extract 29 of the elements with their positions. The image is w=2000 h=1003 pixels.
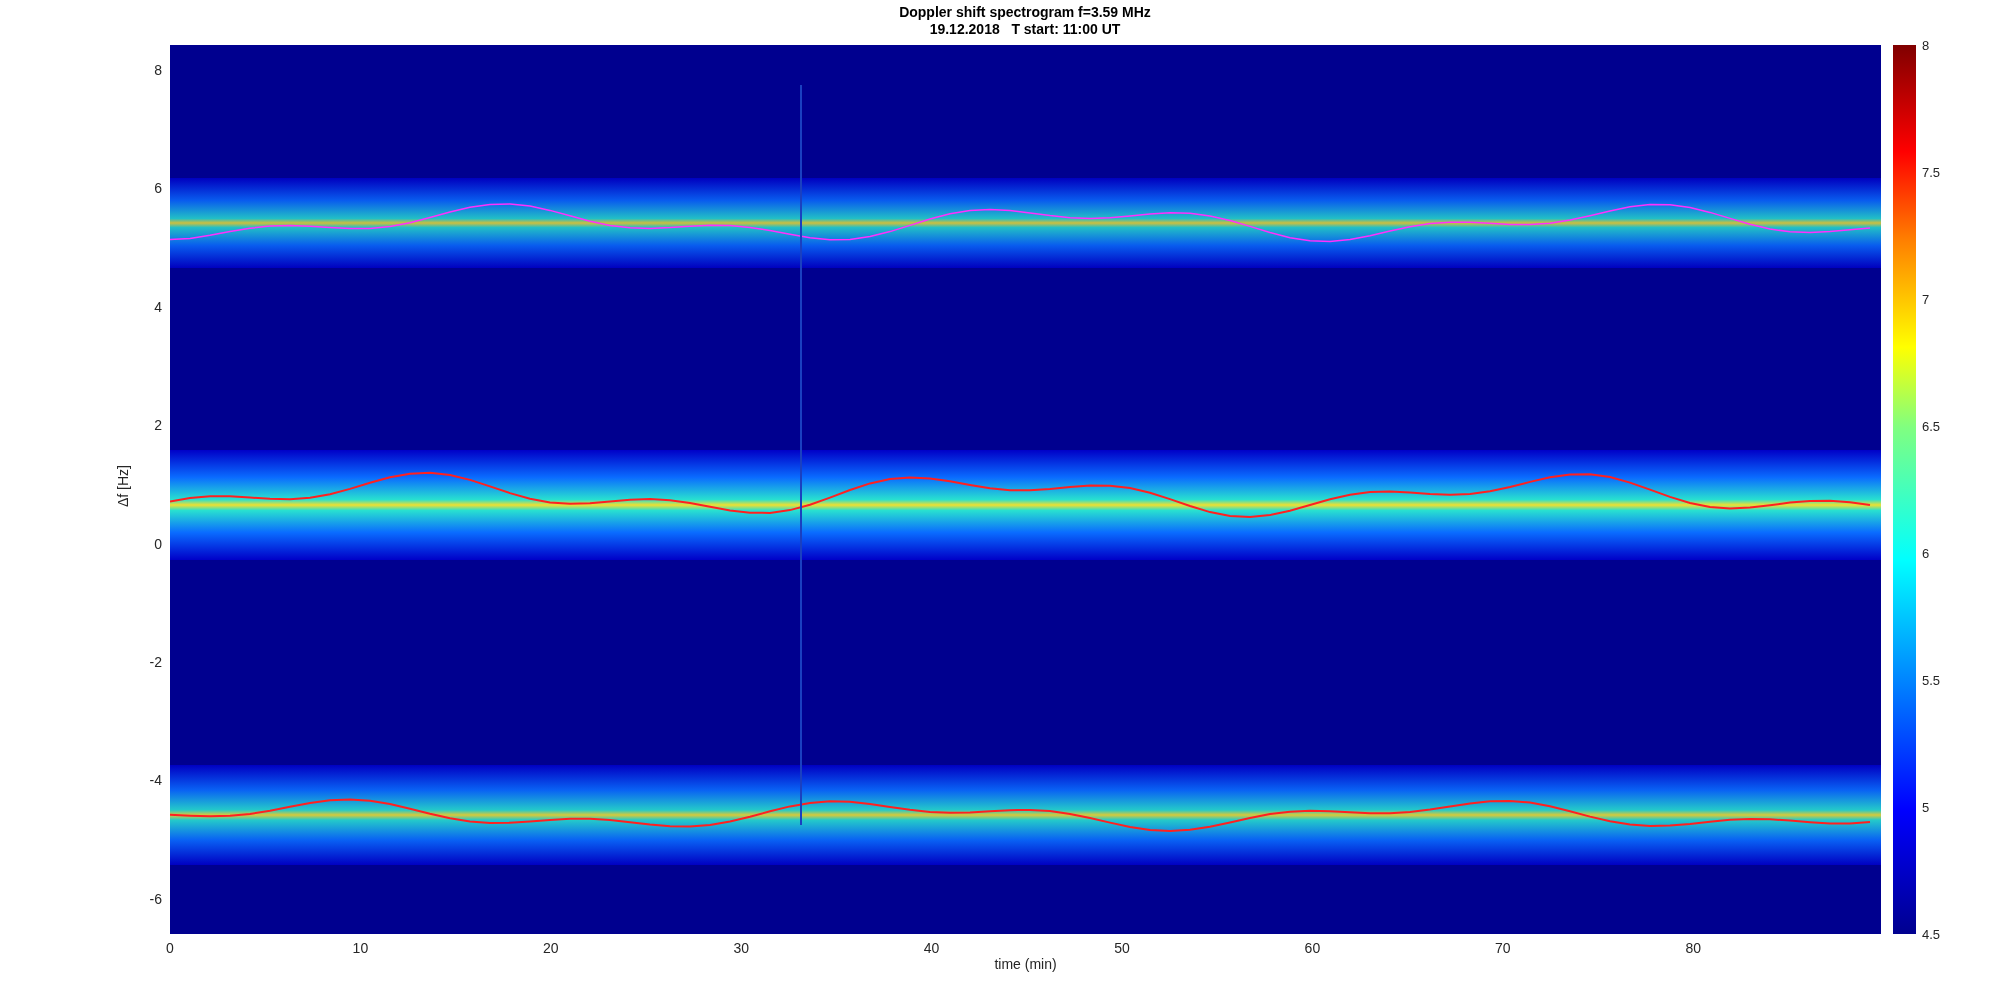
y-tick-label: -6 <box>149 890 162 907</box>
colorbar-tick-label: 5 <box>1922 799 1930 815</box>
y-tick-label: 4 <box>154 298 162 315</box>
y-tick-label: 0 <box>154 535 162 552</box>
y-tick-label: 2 <box>154 417 162 434</box>
chart-title: Doppler shift spectrogram f=3.59 MHz <box>899 4 1151 21</box>
x-tick-label: 30 <box>733 940 749 956</box>
y-tick-label: 8 <box>154 62 162 78</box>
colorbar-tick-label: 6 <box>1922 545 1930 561</box>
colorbar-tick-label: 4.5 <box>1922 926 1941 942</box>
colorbar-tick-label: 7.5 <box>1922 164 1941 180</box>
chart-title: 19.12.2018 T start: 11:00 UT <box>929 21 1121 38</box>
x-tick-label: 70 <box>1495 940 1511 956</box>
colorbar-tick-label: 5.5 <box>1922 672 1941 688</box>
x-tick-label: 10 <box>352 940 369 956</box>
x-tick-label: 80 <box>1685 940 1701 956</box>
x-tick-label: 0 <box>166 940 174 956</box>
x-tick-label: 40 <box>923 940 940 956</box>
x-axis-label: time (min) <box>994 956 1057 972</box>
y-tick-label: 6 <box>154 180 162 197</box>
y-tick-label: -4 <box>149 772 162 789</box>
colorbar-tick-label: 7 <box>1922 291 1930 307</box>
x-tick-label: 20 <box>543 940 559 956</box>
x-tick-label: 50 <box>1114 940 1130 956</box>
colorbar-tick-label: 6.5 <box>1922 418 1941 434</box>
y-axis-label: Δf [Hz] <box>115 464 131 507</box>
colorbar-tick-label: 8 <box>1922 37 1930 53</box>
y-tick-label: -2 <box>149 654 162 670</box>
x-tick-label: 60 <box>1304 940 1321 956</box>
